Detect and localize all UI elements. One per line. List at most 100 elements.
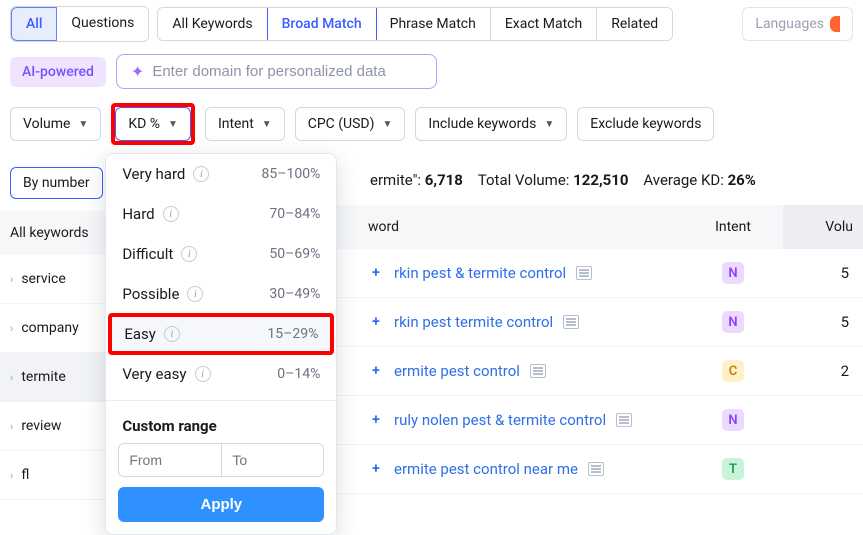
languages-label: Languages [755,16,824,32]
sidebar-item-service[interactable]: › service [0,255,120,304]
sidebar-item-label: company [21,320,78,336]
languages-button[interactable]: Languages [742,7,853,41]
kd-item-hard[interactable]: Hardi 70–84% [106,194,336,234]
volume-value: 5 [783,313,863,331]
kd-dropdown: Very hardi 85–100% Hardi 70–84% Difficul… [105,153,337,535]
sidebar-item-label: termite [21,369,65,385]
col-volume[interactable]: Volu [783,205,863,249]
keyword-link[interactable]: ruly nolen pest & termite control [394,411,606,429]
include-filter-label: Include keywords [428,116,536,132]
keyword-link[interactable]: rkin pest termite control [394,313,553,331]
intent-badge: T [722,458,744,480]
serp-icon[interactable] [563,315,579,329]
plus-icon[interactable]: + [368,461,384,477]
exclude-keywords-filter[interactable]: Exclude keywords [577,107,714,141]
intent-badge: C [722,360,744,382]
stats-summary: ermite": 6,718 Total Volume: 122,510 Ave… [360,155,863,205]
sidebar-item-label: service [21,271,65,287]
serp-icon[interactable] [616,413,632,427]
col-intent[interactable]: Intent [683,205,783,249]
kd-item-label: Difficult [122,245,173,263]
kd-item-range: 85–100% [262,166,321,182]
kd-filter-label: KD % [128,116,160,132]
sidebar-item-fl[interactable]: › fl [0,451,120,500]
keyword-link[interactable]: rkin pest & termite control [394,264,566,282]
keyword-link[interactable]: ermite pest control near me [394,460,578,478]
ai-powered-badge: AI-powered [10,57,106,87]
kd-item-range: 30–49% [269,286,320,302]
plus-icon[interactable]: + [368,265,384,281]
tab-all-keywords[interactable]: All Keywords [158,8,267,40]
kd-item-label: Very easy [122,365,186,383]
tab-broad-match[interactable]: Broad Match [267,7,377,41]
info-icon: i [187,286,203,302]
tab-group-type: All Questions [10,6,149,42]
chevron-down-icon: ▼ [78,119,88,130]
kd-item-very-easy[interactable]: Very easy i 0–14% [106,354,336,394]
kd-item-label: Hard [122,205,154,223]
sidebar-item-review[interactable]: › review [0,402,120,451]
domain-input[interactable] [152,63,422,80]
chevron-right-icon: › [10,322,13,335]
kd-from-input[interactable] [118,443,221,477]
plus-icon[interactable]: + [368,314,384,330]
cpc-filter[interactable]: CPC (USD) ▼ [295,107,406,141]
sidebar-item-termite[interactable]: › termite [0,353,120,402]
sidebar-item-label: review [21,418,61,434]
kd-filter-highlight: KD % ▼ [111,103,195,145]
plus-icon[interactable]: + [368,412,384,428]
chevron-down-icon: ▼ [168,119,178,130]
include-keywords-filter[interactable]: Include keywords ▼ [415,107,567,141]
tab-phrase-match[interactable]: Phrase Match [376,8,491,40]
all-keywords-header: All keywords [0,211,120,255]
tab-questions[interactable]: Questions [57,7,148,41]
kd-item-range: 15–29% [267,326,318,342]
serp-icon[interactable] [530,364,546,378]
volume-value: 5 [783,264,863,282]
intent-filter-label: Intent [218,116,254,132]
kd-item-very-hard[interactable]: Very hard i 85–100% [106,154,336,194]
kd-item-possible[interactable]: Possiblei 30–49% [106,274,336,314]
info-icon: i [193,166,209,182]
info-icon: i [195,366,211,382]
exclude-filter-label: Exclude keywords [590,116,701,132]
kd-to-input[interactable] [221,443,324,477]
kd-item-range: 70–84% [269,206,320,222]
sidebar-item-label: fl [21,467,29,483]
tab-all[interactable]: All [11,7,57,41]
languages-badge [830,16,840,32]
info-icon: i [164,326,180,342]
volume-value: 2 [783,362,863,380]
chevron-right-icon: › [10,469,13,482]
by-number-label: By number [23,175,90,191]
plus-icon[interactable]: + [368,363,384,379]
intent-filter[interactable]: Intent ▼ [205,107,285,141]
by-number-toggle[interactable]: By number [10,167,103,199]
volume-filter[interactable]: Volume ▼ [10,107,101,141]
kd-item-difficult[interactable]: Difficulti 50–69% [106,234,336,274]
kd-filter[interactable]: KD % ▼ [115,107,191,141]
chevron-down-icon: ▼ [382,119,392,130]
tab-related[interactable]: Related [597,8,672,40]
kd-item-range: 0–14% [277,366,320,382]
serp-icon[interactable] [576,266,592,280]
serp-icon[interactable] [588,462,604,476]
intent-badge: N [722,409,744,431]
kd-item-label: Easy [124,325,156,343]
tab-exact-match[interactable]: Exact Match [491,8,597,40]
tab-group-match: All Keywords Broad Match Phrase Match Ex… [157,7,673,41]
chevron-right-icon: › [10,420,13,433]
chevron-right-icon: › [10,273,13,286]
info-icon: i [181,246,197,262]
kd-apply-button[interactable]: Apply [118,487,324,522]
sidebar-item-company[interactable]: › company [0,304,120,353]
keyword-link[interactable]: ermite pest control [394,362,520,380]
chevron-down-icon: ▼ [262,119,272,130]
chevron-right-icon: › [10,371,13,384]
sparkle-icon: ✦ [131,62,144,81]
domain-input-wrap[interactable]: ✦ [116,54,437,89]
kd-item-label: Very hard [122,165,185,183]
divider [106,400,336,401]
info-icon: i [163,206,179,222]
kd-item-easy[interactable]: Easyi 15–29% [108,313,334,355]
